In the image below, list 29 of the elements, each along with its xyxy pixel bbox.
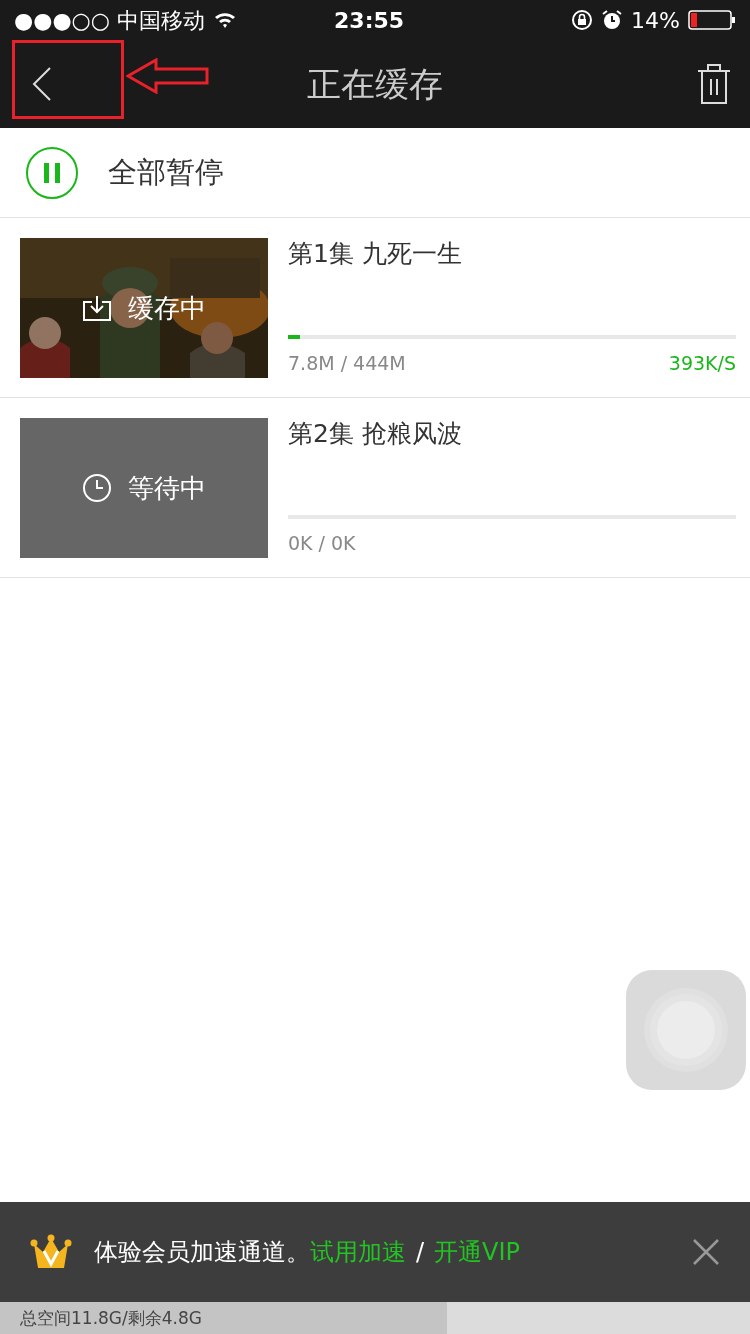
status-text: 等待中 bbox=[128, 471, 206, 505]
close-button[interactable] bbox=[692, 1238, 720, 1266]
separator-text: / bbox=[416, 1237, 425, 1268]
pause-all-button[interactable] bbox=[26, 146, 78, 199]
battery-percent: 14% bbox=[631, 6, 680, 35]
promo-text: 体验会员加速通道。 bbox=[94, 1237, 310, 1268]
rotation-lock-icon bbox=[571, 9, 594, 31]
storage-text: 总空间11.8G/剩余4.8G bbox=[19, 1307, 203, 1330]
episode-title: 第2集 抢粮风波 bbox=[288, 418, 463, 450]
size-text: 0K / 0K bbox=[288, 530, 356, 556]
pause-all-label[interactable]: 全部暂停 bbox=[108, 150, 224, 195]
alarm-icon bbox=[601, 9, 624, 31]
status-text: 缓存中 bbox=[128, 291, 206, 325]
time-text: 23:55 bbox=[334, 6, 406, 35]
trash-button[interactable] bbox=[696, 63, 732, 105]
clock-icon bbox=[82, 473, 112, 503]
trial-link[interactable]: 试用加速 bbox=[310, 1234, 406, 1270]
carrier-text: ●●●○○ 中国移动 bbox=[14, 6, 205, 35]
page-title: 正在缓存 bbox=[307, 62, 443, 106]
vip-link[interactable]: 开通VIP bbox=[434, 1234, 521, 1270]
download-icon bbox=[82, 294, 112, 322]
size-text: 7.8M / 444M bbox=[288, 350, 406, 376]
back-button[interactable] bbox=[30, 66, 54, 102]
pause-icon bbox=[43, 161, 61, 184]
crown-icon bbox=[30, 1234, 72, 1270]
battery-icon bbox=[688, 9, 736, 31]
wifi-icon bbox=[213, 11, 237, 29]
episode-title: 第1集 九死一生 bbox=[288, 238, 463, 270]
speed-text: 393K/S bbox=[668, 350, 736, 376]
